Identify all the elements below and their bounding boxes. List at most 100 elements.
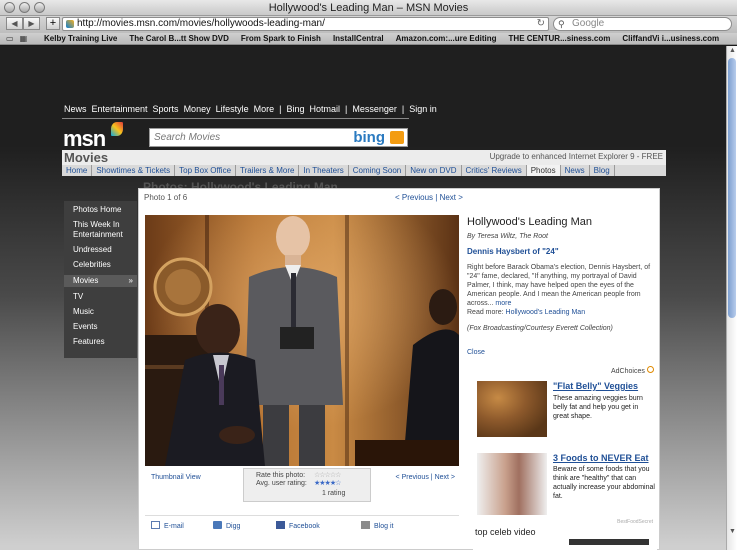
minimize-window-icon[interactable] xyxy=(19,2,30,13)
nav-more[interactable]: More xyxy=(254,104,275,114)
grid-icon[interactable]: ▦ xyxy=(20,34,34,43)
msn-butterfly-icon xyxy=(111,122,123,136)
avg-rating-label: Avg. user rating: xyxy=(256,480,307,487)
bookmark-item[interactable]: From Spark to Finish xyxy=(241,33,321,44)
subnav-trailers[interactable]: Trailers & More xyxy=(236,165,300,176)
next-link-bottom[interactable]: Next > xyxy=(435,474,455,481)
bookmark-item[interactable]: Kelby Training Live xyxy=(44,33,117,44)
adchoices-link[interactable]: AdChoices xyxy=(611,366,654,375)
next-link[interactable]: Next > xyxy=(440,193,463,202)
blog-label: Blog it xyxy=(374,523,394,530)
section-title[interactable]: Movies xyxy=(64,150,108,165)
gallery-panel: Photo 1 of 6 < Previous | Next > Hollywo… xyxy=(138,188,660,550)
reload-icon[interactable]: ↻ xyxy=(537,18,545,30)
nav-bing[interactable]: Bing xyxy=(286,104,304,114)
subnav-new-on-dvd[interactable]: New on DVD xyxy=(406,165,462,176)
more-link[interactable]: more xyxy=(495,300,511,307)
bookmark-item[interactable]: CliffandVi i...usiness.com xyxy=(622,33,719,44)
ad-headline-2[interactable]: 3 Foods to NEVER Eat xyxy=(553,453,649,463)
thumbnail-view-link[interactable]: Thumbnail View xyxy=(151,474,201,481)
facebook-share[interactable]: Facebook xyxy=(276,521,320,530)
rate-stars[interactable]: ☆☆☆☆☆ xyxy=(314,471,341,479)
celeb-video-label[interactable]: top celeb video xyxy=(475,527,536,537)
close-window-icon[interactable] xyxy=(4,2,15,13)
previous-link[interactable]: < Previous xyxy=(395,193,433,202)
close-link[interactable]: Close xyxy=(467,349,485,356)
gallery-photo[interactable] xyxy=(145,215,459,466)
subnav-news[interactable]: News xyxy=(561,165,590,176)
ad-image-veggies[interactable] xyxy=(477,381,547,437)
subnav-showtimes[interactable]: Showtimes & Tickets xyxy=(92,165,176,176)
email-share[interactable]: E-mail xyxy=(151,521,184,530)
book-icon[interactable]: ▭ xyxy=(6,34,20,43)
rate-label: Rate this photo: xyxy=(256,472,306,479)
subnav-coming-soon[interactable]: Coming Soon xyxy=(349,165,407,176)
address-bar[interactable]: http://movies.msn.com/movies/hollywoods-… xyxy=(62,17,549,31)
read-more: Read more: Hollywood's Leading Man xyxy=(467,309,585,316)
bookmarks-bar: ▭▦ Kelby Training Live The Carol B...tt … xyxy=(0,33,737,45)
subnav-critics-reviews[interactable]: Critics' Reviews xyxy=(462,165,527,176)
nav-money[interactable]: Money xyxy=(184,104,211,114)
subnav-box-office[interactable]: Top Box Office xyxy=(175,165,237,176)
menu-tv[interactable]: TV xyxy=(64,292,137,302)
search-go-button[interactable] xyxy=(390,131,404,144)
bookmark-item[interactable]: Amazon.com:...ure Editing xyxy=(396,33,497,44)
digg-share[interactable]: Digg xyxy=(213,521,240,530)
subnav-photos[interactable]: Photos xyxy=(526,165,561,176)
ad-headline-1[interactable]: "Flat Belly" Veggies xyxy=(553,381,638,391)
forward-button[interactable]: ▶ xyxy=(23,17,40,30)
rating-count: 1 rating xyxy=(322,490,346,497)
nav-lifestyle[interactable]: Lifestyle xyxy=(216,104,249,114)
menu-events[interactable]: Events xyxy=(64,322,137,332)
bookmark-item[interactable]: InstallCentral xyxy=(333,33,384,44)
back-button[interactable]: ◀ xyxy=(6,17,23,30)
adchoices-icon xyxy=(646,366,654,373)
movies-search-input[interactable]: Search Movies bing xyxy=(149,128,408,147)
msn-top-nav: News Entertainment Sports Money Lifestyl… xyxy=(64,104,437,114)
browser-search-input[interactable]: ⚲ Google xyxy=(553,17,732,31)
address-url: http://movies.msn.com/movies/hollywoods-… xyxy=(77,18,325,29)
subnav-in-theaters[interactable]: In Theaters xyxy=(299,165,349,176)
nav-hotmail[interactable]: Hotmail xyxy=(309,104,340,114)
zoom-window-icon[interactable] xyxy=(34,2,45,13)
blog-it-share[interactable]: Blog it xyxy=(361,521,393,530)
facebook-label: Facebook xyxy=(289,523,320,530)
scrollbar-thumb[interactable] xyxy=(728,58,736,318)
read-more-link[interactable]: Hollywood's Leading Man xyxy=(506,309,586,316)
nav-messenger[interactable]: Messenger xyxy=(352,104,397,114)
ad-image-abs[interactable] xyxy=(477,453,547,515)
nav-sign-in[interactable]: Sign in xyxy=(409,104,437,114)
menu-photos-home[interactable]: Photos Home xyxy=(64,205,137,215)
menu-movies[interactable]: Movies » xyxy=(64,275,137,287)
bookmark-item[interactable]: The Carol B...tt Show DVD xyxy=(129,33,229,44)
celeb-video-thumbnails[interactable] xyxy=(569,539,649,545)
nav-separator: | xyxy=(345,104,348,114)
pager-separator-bottom: | xyxy=(430,474,433,481)
bottom-pager: < Previous | Next > xyxy=(396,474,455,481)
nav-news[interactable]: News xyxy=(64,104,87,114)
chevron-right-icon: » xyxy=(128,276,133,285)
subnav-home[interactable]: Home xyxy=(62,165,93,176)
ad-source: BestFoodSecret xyxy=(617,519,653,525)
menu-features[interactable]: Features xyxy=(64,337,137,347)
photo-subhead: Dennis Haysbert of "24" xyxy=(467,247,559,256)
previous-link-bottom[interactable]: < Previous xyxy=(396,474,429,481)
menu-this-week[interactable]: This Week In Entertainment xyxy=(64,220,137,240)
msn-logo[interactable]: msn xyxy=(63,122,127,151)
search-icon: ⚲ xyxy=(558,19,565,29)
menu-undressed[interactable]: Undressed xyxy=(64,245,137,255)
bookmarks-icons: ▭▦ xyxy=(6,33,33,44)
bookmark-item[interactable]: THE CENTUR...siness.com xyxy=(509,33,611,44)
scroll-up-icon[interactable]: ▲ xyxy=(728,47,737,56)
upgrade-ie-link[interactable]: Upgrade to enhanced Internet Explorer 9 … xyxy=(490,152,663,161)
browser-toolbar: ◀ ▶ + http://movies.msn.com/movies/holly… xyxy=(0,16,737,33)
subnav-blog[interactable]: Blog xyxy=(590,165,615,176)
menu-celebrities[interactable]: Celebrities xyxy=(64,260,137,270)
ad-text-2: Beware of some foods that you think are … xyxy=(553,466,655,500)
nav-entertainment[interactable]: Entertainment xyxy=(92,104,148,114)
add-bookmark-button[interactable]: + xyxy=(46,17,60,30)
scroll-down-icon[interactable]: ▼ xyxy=(728,528,737,537)
vertical-scrollbar[interactable]: ▲ ▼ xyxy=(726,46,737,550)
nav-sports[interactable]: Sports xyxy=(153,104,179,114)
menu-music[interactable]: Music xyxy=(64,307,137,317)
